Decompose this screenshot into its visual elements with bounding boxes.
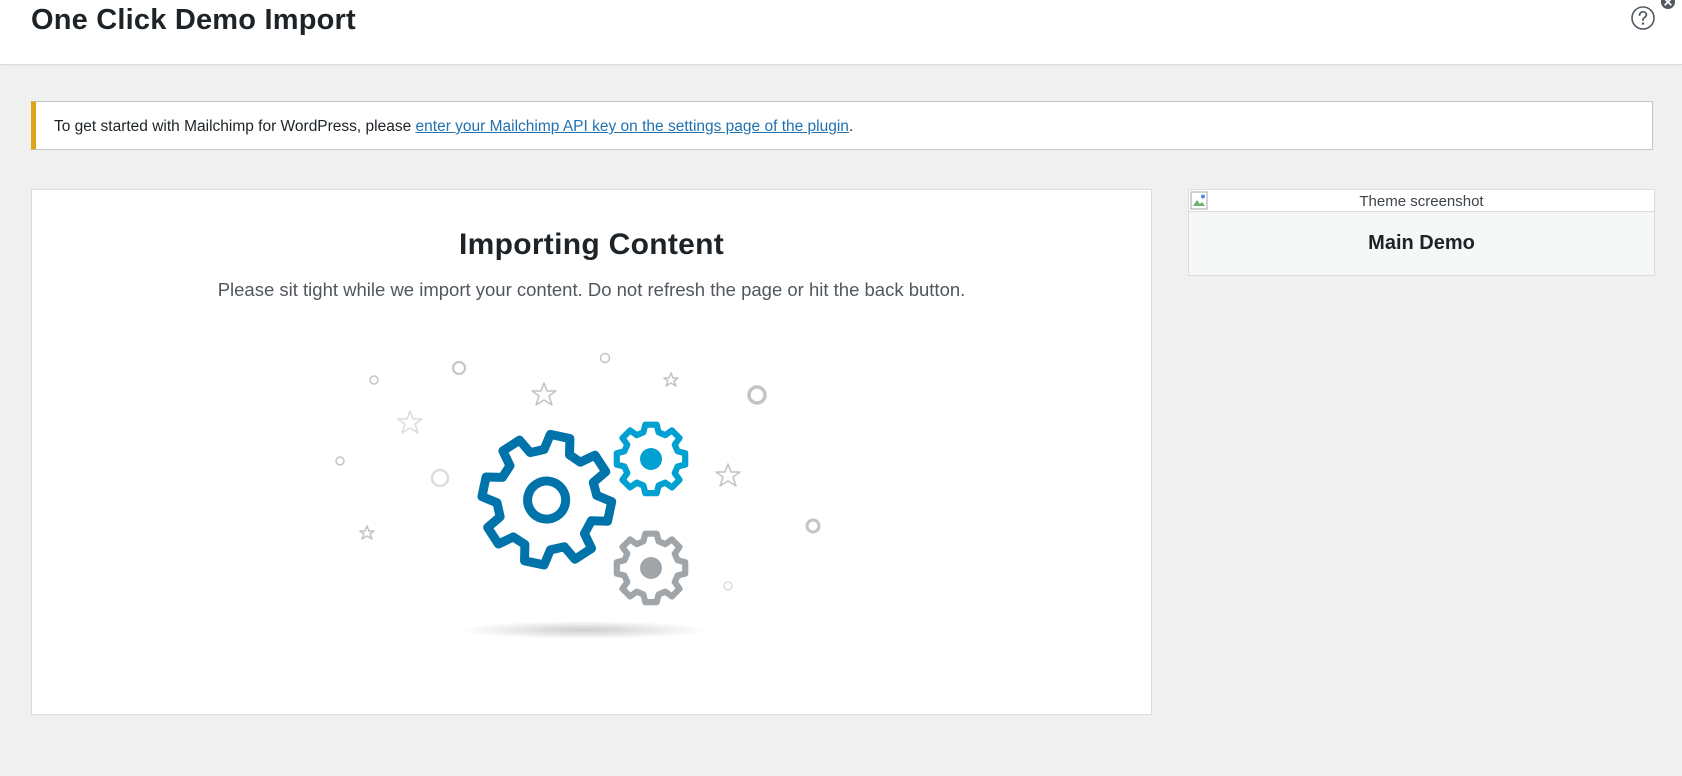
top-header-bar: One Click Demo Import [0,0,1682,65]
mailchimp-notice: To get started with Mailchimp for WordPr… [31,101,1653,150]
help-circle-icon[interactable] [1630,5,1656,31]
demo-card: Theme screenshot Main Demo [1188,189,1655,276]
notice-text: To get started with Mailchimp for WordPr… [54,118,416,135]
page-title: One Click Demo Import [31,4,356,36]
screenshot-alt-text: Theme screenshot [1359,193,1484,210]
importing-panel: Importing Content Please sit tight while… [31,189,1152,715]
notice-text-end: . [848,118,854,135]
importing-title: Importing Content [458,228,725,261]
demo-name-bar: Main Demo [1189,212,1654,275]
demo-name: Main Demo [1368,232,1475,254]
mailchimp-settings-link[interactable]: enter your Mailchimp API key on the sett… [416,118,849,135]
close-icon[interactable] [1660,0,1676,10]
gears-icon [335,352,821,639]
theme-screenshot: Theme screenshot [1189,190,1654,212]
importing-description: Please sit tight while we import your co… [217,279,966,300]
